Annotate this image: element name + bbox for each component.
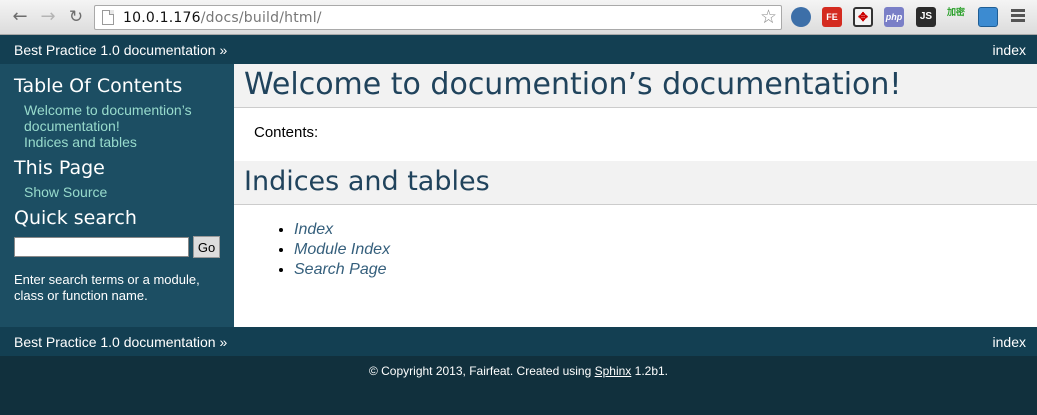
url-host: 10.0.1.176 [123, 10, 201, 26]
toc-link-welcome[interactable]: Welcome to documention’s documentation! [14, 102, 220, 134]
contents-label: Contents: [254, 124, 319, 141]
sidebar: Table Of Contents Welcome to documention… [0, 64, 234, 327]
this-page-links: Show Source [14, 184, 220, 200]
quick-search-heading: Quick search [14, 207, 137, 229]
module-index-link[interactable]: Module Index [294, 241, 390, 258]
main-content: Welcome to documention’s documentation! … [234, 64, 1037, 327]
back-arrow-icon[interactable]: ← [9, 6, 31, 28]
address-bar[interactable]: 10.0.1.176/docs/build/html/ ☆ [94, 5, 782, 30]
show-source-link[interactable]: Show Source [14, 184, 220, 200]
indices-heading: Indices and tables [234, 161, 1037, 205]
forward-arrow-icon[interactable]: → [37, 6, 59, 28]
php-extension-icon[interactable]: php [884, 7, 904, 27]
home-link-bottom[interactable]: Best Practice 1.0 documentation » [14, 334, 227, 350]
list-item: Module Index [294, 240, 1037, 260]
browser-toolbar: ← → ↻ 10.0.1.176/docs/build/html/ ☆ FE ✥… [0, 0, 1037, 35]
home-link[interactable]: Best Practice 1.0 documentation » [14, 42, 227, 58]
footer: © Copyright 2013, Fairfeat. Created usin… [0, 356, 1037, 400]
toc-link-indices[interactable]: Indices and tables [14, 134, 220, 150]
url-text[interactable]: 10.0.1.176/docs/build/html/ [123, 10, 322, 26]
search-page-link[interactable]: Search Page [294, 261, 387, 278]
search-form: Go [14, 236, 220, 258]
url-path: /docs/build/html/ [200, 10, 322, 26]
reload-icon[interactable]: ↻ [65, 6, 87, 28]
index-link-bottom[interactable]: index [993, 327, 1026, 357]
screen-extension-icon[interactable] [978, 7, 998, 27]
encrypt-extension-icon[interactable]: 加密 [946, 7, 966, 27]
page-icon [102, 10, 114, 25]
page-title: Welcome to documention’s documentation! [234, 64, 1037, 108]
index-page-link[interactable]: Index [294, 221, 333, 238]
list-item: Index [294, 220, 1037, 240]
sphinx-link[interactable]: Sphinx [595, 364, 632, 378]
go-button[interactable]: Go [193, 236, 220, 258]
toc-heading: Table Of Contents [14, 75, 183, 97]
menu-icon[interactable] [1011, 9, 1025, 23]
related-bar-bottom: Best Practice 1.0 documentation » index [0, 327, 1037, 356]
globe-extension-icon[interactable] [791, 7, 811, 27]
toc-links: Welcome to documention’s documentation! … [14, 102, 220, 150]
page-body: Table Of Contents Welcome to documention… [0, 64, 1037, 327]
js-extension-icon[interactable]: JS [916, 7, 936, 27]
list-item: Search Page [294, 260, 1037, 280]
copyright-text: © Copyright 2013, Fairfeat. Created usin… [368, 364, 595, 378]
version-text: 1.2b1. [631, 364, 669, 378]
search-input[interactable] [14, 237, 189, 257]
related-bar-top: Best Practice 1.0 documentation » index [0, 35, 1037, 64]
fe-extension-icon[interactable]: FE [822, 7, 842, 27]
search-help-text: Enter search terms or a module, class or… [14, 272, 200, 303]
this-page-heading: This Page [14, 157, 105, 179]
index-list: Index Module Index Search Page [234, 205, 1037, 280]
target-extension-icon[interactable]: ✥ [853, 7, 873, 27]
index-link[interactable]: index [993, 35, 1026, 65]
bookmark-star-icon[interactable]: ☆ [760, 6, 777, 28]
